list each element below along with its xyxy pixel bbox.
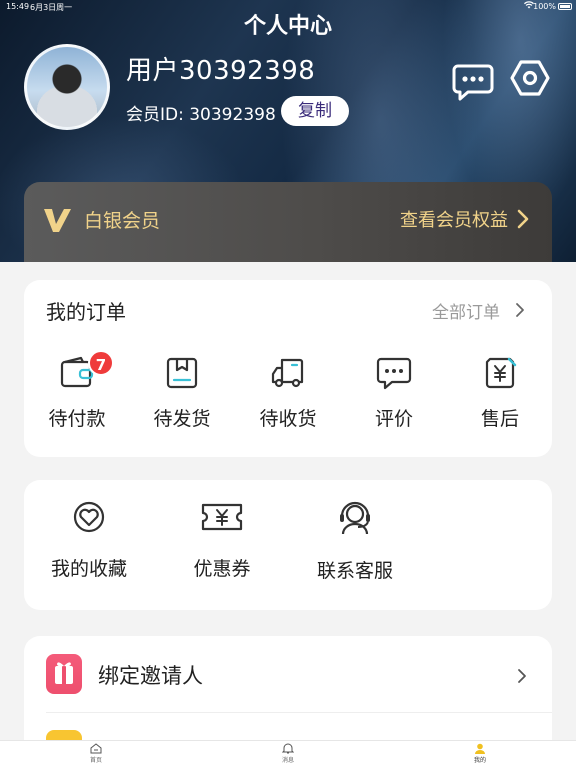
heart-icon — [73, 501, 105, 533]
tab-label: 消息 — [281, 757, 294, 764]
copy-button[interactable]: 复制 — [281, 96, 349, 126]
orders-title: 我的订单 — [46, 300, 126, 324]
bell-icon — [282, 743, 294, 754]
tab-label: 我的 — [473, 757, 486, 764]
settings-icon[interactable] — [510, 58, 550, 98]
list-item-bind-inviter[interactable]: 绑定邀请人 — [24, 636, 552, 712]
order-label: 评价 — [374, 408, 413, 430]
member-id: 会员ID: 30392398 — [126, 105, 276, 125]
page-title: 个人中心 — [243, 14, 332, 39]
chat-bubble-icon — [376, 357, 412, 390]
package-icon — [166, 357, 198, 389]
tool-label: 联系客服 — [316, 560, 393, 582]
unread-count-badge: 7 — [88, 350, 114, 376]
tab-messages[interactable]: 消息 — [258, 743, 318, 764]
chevron-right-icon — [516, 208, 530, 230]
order-pending-receipt[interactable]: 待收货 — [243, 356, 333, 446]
list-item-label: 绑定邀请人 — [98, 664, 203, 688]
message-icon[interactable] — [452, 62, 494, 102]
order-after-sales[interactable]: 售后 — [455, 356, 545, 446]
order-pending-payment[interactable]: 7 待付款 — [32, 350, 122, 446]
divider — [46, 712, 552, 713]
chevron-right-icon — [514, 301, 526, 319]
order-label: 售后 — [480, 408, 519, 430]
user-icon — [475, 743, 485, 754]
vip-membership-card[interactable]: 白银会员 查看会员权益 — [24, 182, 552, 262]
order-label: 待收货 — [259, 408, 317, 430]
order-label: 待付款 — [48, 408, 106, 430]
chevron-right-icon — [516, 667, 528, 685]
all-orders-link[interactable]: 全部订单 — [432, 298, 500, 323]
tool-customer-service[interactable]: 联系客服 — [300, 500, 410, 600]
vip-logo-icon — [42, 206, 72, 234]
tab-label: 首页 — [89, 757, 102, 764]
truck-icon — [271, 358, 304, 388]
username: 用户30392398 — [126, 56, 316, 86]
tool-label: 优惠券 — [193, 558, 251, 580]
tab-home[interactable]: 首页 — [66, 743, 126, 764]
headset-icon — [340, 501, 370, 535]
order-label: 待发货 — [153, 408, 211, 430]
tool-coupons[interactable]: 优惠券 — [167, 500, 277, 600]
avatar[interactable] — [24, 44, 110, 130]
bottom-tab-bar: 首页 消息 我的 — [0, 740, 576, 768]
vip-level: 白银会员 — [84, 210, 161, 232]
coupon-icon — [201, 503, 243, 531]
gift-icon — [46, 654, 82, 694]
order-pending-shipment[interactable]: 待发货 — [137, 356, 227, 446]
tool-favorites[interactable]: 我的收藏 — [34, 500, 144, 600]
home-icon — [90, 743, 102, 754]
tool-label: 我的收藏 — [50, 558, 127, 580]
tab-profile[interactable]: 我的 — [450, 743, 510, 764]
tools-card: 我的收藏 优惠券 联系客服 — [24, 480, 552, 610]
orders-card: 我的订单 全部订单 7 待付款 待发货 待收货 评价 售后 — [24, 280, 552, 457]
vip-benefits-link[interactable]: 查看会员权益 — [400, 206, 508, 232]
yuan-shield-icon — [485, 357, 517, 389]
order-review[interactable]: 评价 — [349, 356, 439, 446]
